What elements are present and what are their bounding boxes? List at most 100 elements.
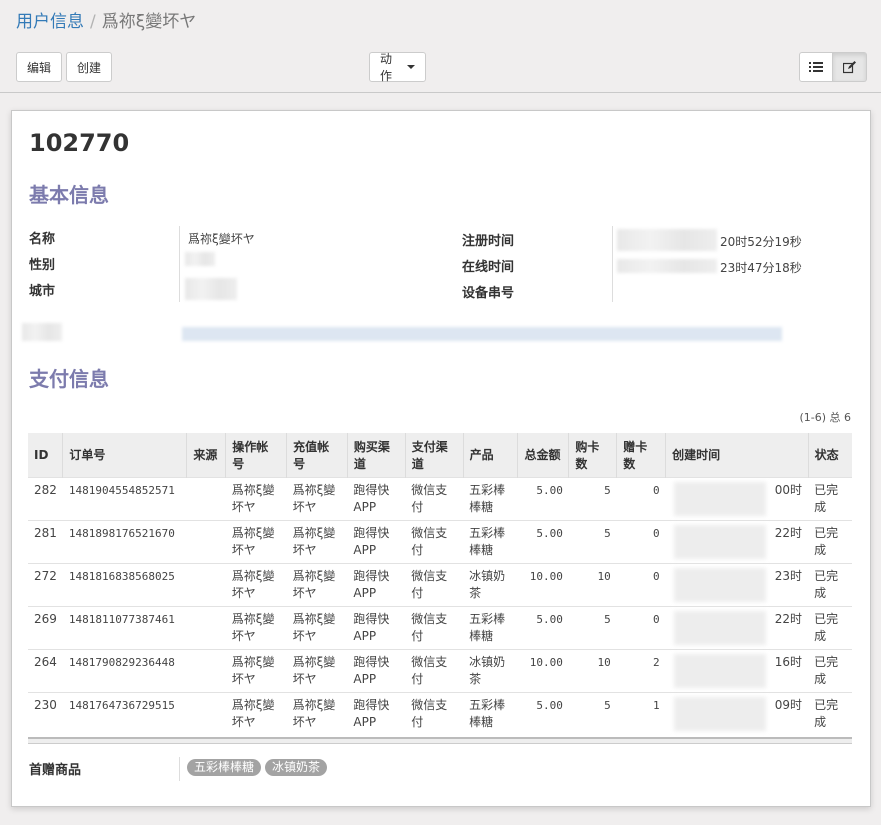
tag-product[interactable]: 五彩棒棒糖 <box>187 759 262 776</box>
cell-product: 冰镇奶茶 <box>463 648 518 692</box>
created-date-redacted <box>673 567 766 602</box>
online-time-label: 在线时间 <box>462 260 515 275</box>
created-time-text: 09时 <box>774 697 803 712</box>
payment-info-title: 支付信息 <box>29 367 109 391</box>
created-date-redacted <box>673 481 766 516</box>
tag-product[interactable]: 冰镇奶茶 <box>265 759 328 776</box>
cell-source <box>186 691 226 735</box>
column-header-status[interactable]: 状态 <box>807 433 852 477</box>
column-header-operator[interactable]: 操作帐号 <box>225 433 287 477</box>
cell-created: 16时 <box>665 648 809 692</box>
cell-gift: 1 <box>616 691 666 735</box>
cell-buy-channel: 跑得快APP <box>347 476 406 520</box>
column-header-buy-channel[interactable]: 购买渠道 <box>346 433 406 477</box>
name-value: 爲祢ξ變坏ヤ <box>188 232 255 246</box>
record-id-title: 102770 <box>29 129 130 157</box>
column-header-cards[interactable]: 购卡数 <box>568 433 617 477</box>
column-header-id[interactable]: ID <box>28 433 63 477</box>
cell-created: 22时 <box>665 605 809 649</box>
cell-total: 5.00 <box>517 691 569 735</box>
cell-cards: 10 <box>568 648 617 692</box>
list-view-button[interactable] <box>799 52 833 82</box>
column-header-pay-channel[interactable]: 支付渠道 <box>404 433 464 477</box>
table-row[interactable]: 281 1481898176521670 爲祢ξ變坏ヤ 爲祢ξ變坏ヤ 跑得快APP 微信支… <box>28 519 852 563</box>
list-icon <box>809 62 823 72</box>
field-divider <box>179 757 180 781</box>
city-label: 城市 <box>29 284 56 299</box>
table-row[interactable]: 264 1481790829236448 爲祢ξ變坏ヤ 爲祢ξ變坏ヤ 跑得快APP 微信支… <box>28 648 852 692</box>
cell-status: 已完成 <box>808 519 852 563</box>
column-header-product[interactable]: 产品 <box>462 433 518 477</box>
cell-recharge: 爲祢ξ變坏ヤ <box>286 519 348 563</box>
table-row[interactable]: 230 1481764736729515 爲祢ξ變坏ヤ 爲祢ξ變坏ヤ 跑得快APP 微信支… <box>28 691 852 735</box>
column-header-recharge[interactable]: 充值帐号 <box>286 433 348 477</box>
cell-order: 1481811077387461 <box>62 605 187 649</box>
table-row[interactable]: 272 1481816838568025 爲祢ξ變坏ヤ 爲祢ξ變坏ヤ 跑得快APP 微信支… <box>28 562 852 606</box>
action-dropdown-button[interactable]: 动作 <box>369 52 426 83</box>
cell-created: 22时 <box>665 519 809 563</box>
table-header-row: ID 订单号 来源 操作帐号 充值帐号 购买渠道 支付渠道 产品 总金额 购卡数… <box>28 433 852 477</box>
cell-created: 09时 <box>665 691 809 735</box>
cell-id: 264 <box>28 648 63 692</box>
column-header-source[interactable]: 来源 <box>186 433 226 477</box>
reg-date-redacted <box>617 229 717 251</box>
reg-time-value: 20时52分19秒 <box>720 235 802 249</box>
extra-field-value-redacted <box>182 327 782 341</box>
form-view-button[interactable] <box>833 52 867 82</box>
cell-total: 10.00 <box>517 562 569 606</box>
payment-table-body: 282 1481904554852571 爲祢ξ變坏ヤ 爲祢ξ變坏ヤ 跑得快APP 微信支… <box>28 476 852 735</box>
create-button[interactable]: 创建 <box>66 52 112 82</box>
cell-order: 1481898176521670 <box>62 519 187 563</box>
field-divider <box>179 226 180 302</box>
gender-value-redacted <box>185 252 215 266</box>
cell-source <box>186 605 226 649</box>
cell-source <box>186 476 226 520</box>
column-header-order[interactable]: 订单号 <box>62 433 187 477</box>
cell-buy-channel: 跑得快APP <box>347 562 406 606</box>
basic-info-title: 基本信息 <box>29 183 109 207</box>
cell-source <box>186 562 226 606</box>
cell-order: 1481904554852571 <box>62 476 187 520</box>
pager-value[interactable]: (1-6) 总 6 <box>799 409 851 425</box>
column-header-total[interactable]: 总金额 <box>517 433 569 477</box>
cell-product: 五彩棒棒糖 <box>463 519 518 563</box>
cell-pay-channel: 微信支付 <box>405 691 464 735</box>
cell-status: 已完成 <box>808 648 852 692</box>
cell-id: 272 <box>28 562 63 606</box>
cell-status: 已完成 <box>808 691 852 735</box>
cell-buy-channel: 跑得快APP <box>347 648 406 692</box>
cell-gift: 0 <box>616 476 666 520</box>
cell-cards: 10 <box>568 562 617 606</box>
cell-operator: 爲祢ξ變坏ヤ <box>225 519 287 563</box>
breadcrumb-parent-link[interactable]: 用户信息 <box>16 12 84 32</box>
cell-total: 5.00 <box>517 476 569 520</box>
cell-source <box>186 648 226 692</box>
cell-product: 冰镇奶茶 <box>463 562 518 606</box>
cell-id: 269 <box>28 605 63 649</box>
cell-pay-channel: 微信支付 <box>405 648 464 692</box>
cell-pay-channel: 微信支付 <box>405 519 464 563</box>
column-header-gift[interactable]: 赠卡数 <box>616 433 666 477</box>
edit-button[interactable]: 编辑 <box>16 52 62 82</box>
cell-source <box>186 519 226 563</box>
table-row[interactable]: 282 1481904554852571 爲祢ξ變坏ヤ 爲祢ξ變坏ヤ 跑得快APP 微信支… <box>28 476 852 520</box>
cell-id: 282 <box>28 476 63 520</box>
cell-recharge: 爲祢ξ變坏ヤ <box>286 562 348 606</box>
cell-recharge: 爲祢ξ變坏ヤ <box>286 691 348 735</box>
field-divider <box>612 226 613 302</box>
form-sheet: 102770 基本信息 名称 性别 城市 爲祢ξ變坏ヤ 注册时间 在线时间 设备… <box>11 110 871 807</box>
cell-cards: 5 <box>568 519 617 563</box>
breadcrumb-current: 爲祢ξ變坏ヤ <box>101 12 197 32</box>
column-header-created[interactable]: 创建时间 <box>665 433 809 477</box>
cell-created: 23时 <box>665 562 809 606</box>
created-time-text: 22时 <box>774 525 803 540</box>
cell-product: 五彩棒棒糖 <box>463 691 518 735</box>
cell-recharge: 爲祢ξ變坏ヤ <box>286 476 348 520</box>
view-switcher <box>799 52 867 82</box>
created-date-redacted <box>673 524 766 559</box>
table-row[interactable]: 269 1481811077387461 爲祢ξ變坏ヤ 爲祢ξ變坏ヤ 跑得快APP 微信支… <box>28 605 852 649</box>
breadcrumb: 用户信息 / 爲祢ξ變坏ヤ <box>16 11 196 33</box>
cell-total: 10.00 <box>517 648 569 692</box>
created-time-text: 16时 <box>774 654 803 669</box>
created-date-redacted <box>673 696 766 731</box>
